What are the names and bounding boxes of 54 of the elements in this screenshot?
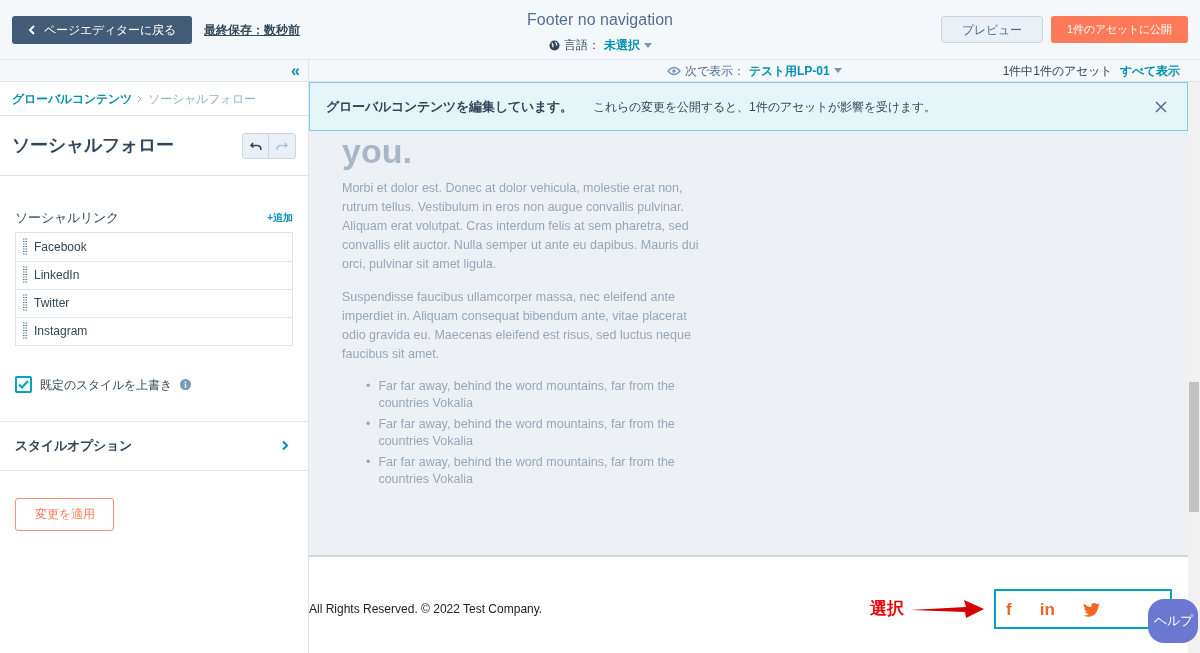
globe-icon bbox=[548, 39, 560, 51]
last-saved-link[interactable]: 最終保存：数秒前 bbox=[204, 20, 300, 39]
drag-handle-icon bbox=[23, 266, 27, 284]
section-label: ソーシャルリンク bbox=[15, 209, 119, 227]
language-label: 言語： bbox=[563, 37, 600, 54]
preview-button[interactable]: プレビュー bbox=[940, 16, 1043, 43]
copyright-text: All Rights Reserved. © 2022 Test Company. bbox=[309, 601, 543, 618]
preview-heading: you. bbox=[342, 131, 412, 171]
preview-list-item: Far far away, behind the word mountains, far from the countries Vokalia bbox=[378, 454, 676, 488]
help-button[interactable]: ヘルプ bbox=[1148, 599, 1198, 643]
preview-paragraph: Morbi et dolor est. Donec at dolor vehicula, molestie erat non, rutrum tellus. Vestibulum in eros non augue convallis pulvinar. Aliquam erat volutpat. Cras interdum felis at sem pharetra, sed convallis elit auctor. Nulla semper ut ante eu dapibus. Mauris dui orci, pulvinar sit amet ligula. bbox=[342, 180, 700, 273]
chevron-left-icon bbox=[28, 24, 36, 35]
bird-icon[interactable] bbox=[1082, 601, 1101, 617]
drag-handle-icon bbox=[23, 322, 27, 340]
override-label: 既定のスタイルを上書き bbox=[40, 376, 172, 394]
preview-list-item: Far far away, behind the word mountains, far from the countries Vokalia bbox=[378, 416, 676, 450]
add-link[interactable]: +追加 bbox=[267, 210, 293, 226]
social-icon[interactable]: f bbox=[1006, 600, 1012, 618]
view-label: 次で表示： bbox=[685, 62, 745, 80]
bullet-marker: • bbox=[366, 416, 371, 433]
show-all-link[interactable]: すべて表示 bbox=[1120, 61, 1180, 80]
bullet-marker: • bbox=[366, 378, 371, 395]
caret-icon bbox=[643, 42, 652, 48]
undo-icon bbox=[249, 140, 262, 151]
bullet-marker: • bbox=[366, 454, 371, 471]
caret-icon bbox=[833, 68, 842, 73]
banner-message: これらの変更を公開すると、1件のアセットが影響を受けます。 bbox=[593, 98, 936, 116]
social-icon[interactable]: in bbox=[1039, 600, 1055, 618]
asset-count: 1件中1件のアセット bbox=[1002, 62, 1112, 80]
chevron-icon bbox=[136, 94, 144, 103]
page-title: Footer no navigation bbox=[527, 10, 673, 30]
preview-paragraph: Suspendisse faucibus ullamcorper massa, nec eleifend ante imperdiet in. Aliquam consequat bibendum ante, vitae placerat odio gravida eu. Maecenas eleifend est risus, sed luctus neque faucibus sit amet. bbox=[342, 289, 692, 363]
chevron-right-icon bbox=[281, 440, 289, 451]
style-options-row[interactable]: スタイルオプション bbox=[0, 420, 308, 471]
drag-handle-icon bbox=[23, 237, 27, 256]
preview-list-item: Far far away, behind the word mountains, far from the countries Vokalia bbox=[378, 378, 676, 412]
view-dropdown[interactable]: テスト用LP-01 bbox=[749, 61, 842, 80]
collapse-button[interactable]: « bbox=[291, 62, 300, 79]
close-button[interactable] bbox=[1155, 100, 1167, 113]
annotation-label: 選択 bbox=[870, 598, 904, 621]
redo-icon bbox=[276, 140, 288, 151]
module-heading: ソーシャルフォロー bbox=[12, 134, 174, 157]
back-button[interactable]: ページエディターに戻る bbox=[12, 15, 192, 44]
breadcrumb-item: ソーシャルフォロー bbox=[148, 90, 256, 108]
drag-handle-icon bbox=[23, 294, 27, 312]
banner-title: グローバルコンテンツを編集しています。 bbox=[326, 97, 573, 116]
override-checkbox[interactable] bbox=[15, 376, 32, 393]
language-dropdown[interactable]: 未選択 bbox=[603, 36, 652, 54]
eye-icon bbox=[667, 65, 681, 76]
info-icon bbox=[180, 379, 191, 390]
apply-button[interactable]: 変更を適用 bbox=[15, 497, 114, 531]
publish-button[interactable]: 1件のアセットに公開 bbox=[1050, 16, 1188, 43]
check-icon bbox=[18, 380, 29, 389]
breadcrumb-link[interactable]: グローバルコンテンツ bbox=[12, 89, 132, 108]
